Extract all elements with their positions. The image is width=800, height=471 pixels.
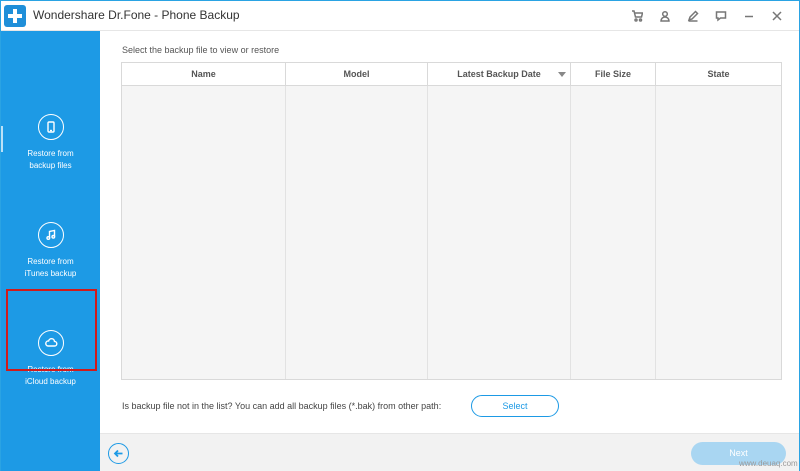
select-button[interactable]: Select <box>471 395 559 417</box>
arrow-left-icon <box>113 449 123 458</box>
column-header-label: Latest Backup Date <box>457 69 541 79</box>
sort-down-icon[interactable] <box>558 72 566 77</box>
sidebar-item-label: Restore from iTunes backup <box>24 257 77 278</box>
title-bar-controls <box>623 6 791 26</box>
column-header-file-size[interactable]: File Size <box>571 63 656 85</box>
back-button[interactable] <box>108 443 129 464</box>
watermark: www.deuaq.com <box>739 459 798 468</box>
highlight-frame <box>6 289 97 371</box>
phone-restore-icon <box>37 114 64 140</box>
column-header-state[interactable]: State <box>656 63 781 85</box>
app-window: Wondershare Dr.Fone - Phone Backup Resto… <box>0 0 800 471</box>
column-header-name[interactable]: Name <box>122 63 286 85</box>
sidebar: Restore from backup files Restore from i… <box>1 31 100 471</box>
app-logo-icon <box>4 5 26 27</box>
backup-table: Name Model Latest Backup Date File Size … <box>121 62 782 380</box>
column-header-latest-backup-date[interactable]: Latest Backup Date <box>428 63 571 85</box>
sidebar-item-backup-files[interactable]: Restore from backup files <box>1 114 100 194</box>
user-icon[interactable] <box>651 6 679 26</box>
feedback-icon[interactable] <box>707 6 735 26</box>
app-title: Wondershare Dr.Fone - Phone Backup <box>33 8 240 22</box>
table-body <box>122 86 781 379</box>
table-column <box>428 86 571 379</box>
close-icon[interactable] <box>763 6 791 26</box>
music-restore-icon <box>37 222 64 248</box>
sidebar-item-label: Restore from backup files <box>27 149 74 170</box>
table-column <box>286 86 428 379</box>
footer-bar: Next <box>100 433 799 471</box>
table-column <box>656 86 781 379</box>
table-header: Name Model Latest Backup Date File Size … <box>122 63 781 86</box>
add-backup-hint: Is backup file not in the list? You can … <box>122 401 442 411</box>
edit-icon[interactable] <box>679 6 707 26</box>
minimize-icon[interactable] <box>735 6 763 26</box>
table-column <box>571 86 656 379</box>
cart-icon[interactable] <box>623 6 651 26</box>
column-header-model[interactable]: Model <box>286 63 428 85</box>
instruction-text: Select the backup file to view or restor… <box>122 45 280 55</box>
table-column <box>122 86 286 379</box>
title-bar: Wondershare Dr.Fone - Phone Backup <box>1 1 799 31</box>
